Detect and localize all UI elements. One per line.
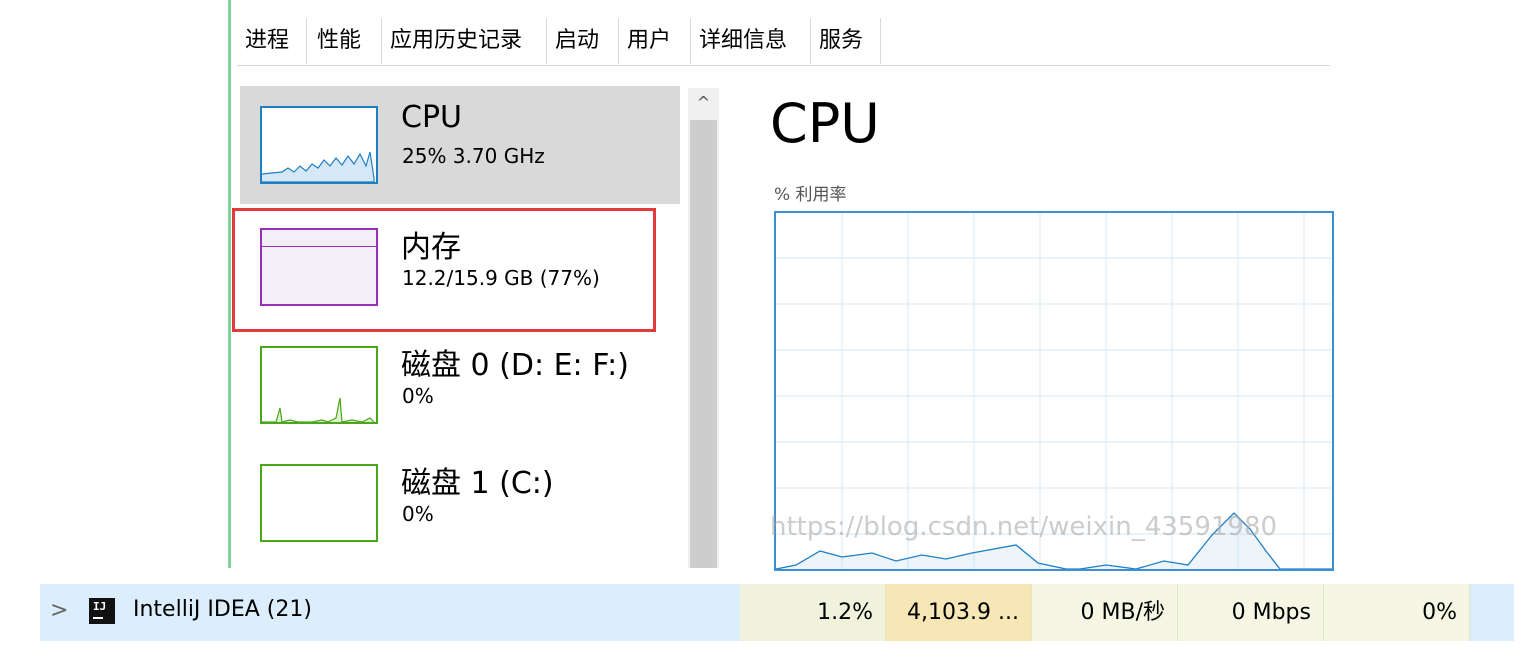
sidebar-item-memory[interactable]: 内存 12.2/15.9 GB (77%) <box>240 208 680 326</box>
panel-left-border <box>228 0 231 568</box>
sidebar-item-subtitle: 0% <box>402 384 434 408</box>
intellij-icon-letters: IJ <box>93 600 107 613</box>
process-disk-cell: 0 MB/秒 <box>1032 584 1178 641</box>
sidebar-item-subtitle: 25% 3.70 GHz <box>402 144 545 168</box>
tab-startup[interactable]: 启动 <box>547 18 619 64</box>
tab-performance[interactable]: 性能 <box>309 18 379 64</box>
memory-thumbnail-graph <box>260 228 378 306</box>
process-name: IntelliJ IDEA (21) <box>133 597 312 622</box>
sidebar-item-cpu[interactable]: CPU 25% 3.70 GHz <box>240 86 680 204</box>
sidebar-item-title: CPU <box>401 100 462 135</box>
intellij-app-icon: IJ <box>89 598 115 624</box>
process-cpu-cell: 1.2% <box>740 584 886 641</box>
disk0-thumbnail-graph <box>260 346 378 424</box>
scroll-up-arrow-icon[interactable]: ^ <box>688 88 719 118</box>
watermark-text: https://blog.csdn.net/weixin_43591980 <box>770 512 1278 542</box>
tab-users[interactable]: 用户 <box>619 18 691 64</box>
page-title: CPU <box>770 92 880 155</box>
expand-chevron-icon[interactable]: > <box>50 598 68 623</box>
sidebar-item-title: 磁盘 0 (D: E: F:) <box>401 348 629 383</box>
sidebar-item-subtitle: 12.2/15.9 GB (77%) <box>402 266 600 290</box>
sidebar-item-title: 磁盘 1 (C:) <box>401 466 554 501</box>
tab-processes[interactable]: 进程 <box>237 18 307 64</box>
sidebar-item-title: 内存 <box>401 230 461 265</box>
sidebar-scrollbar-thumb[interactable] <box>690 120 717 568</box>
tab-bar: 进程 性能 应用历史记录 启动 用户 详细信息 服务 <box>237 18 1330 66</box>
tab-app-history[interactable]: 应用历史记录 <box>381 18 547 64</box>
process-memory-cell: 4,103.9 ... <box>886 584 1032 641</box>
utilization-label: % 利用率 <box>774 185 847 205</box>
cpu-thumbnail-graph <box>260 106 378 184</box>
sidebar-item-subtitle: 0% <box>402 502 434 526</box>
tab-services[interactable]: 服务 <box>811 18 881 64</box>
process-network-cell: 0 Mbps <box>1178 584 1324 641</box>
sidebar-item-disk-1[interactable]: 磁盘 1 (C:) 0% <box>240 444 680 562</box>
sidebar-item-disk-0[interactable]: 磁盘 0 (D: E: F:) 0% <box>240 326 680 444</box>
process-gpu-cell: 0% <box>1324 584 1470 641</box>
disk1-thumbnail-graph <box>260 464 378 542</box>
tab-details[interactable]: 详细信息 <box>691 18 811 64</box>
